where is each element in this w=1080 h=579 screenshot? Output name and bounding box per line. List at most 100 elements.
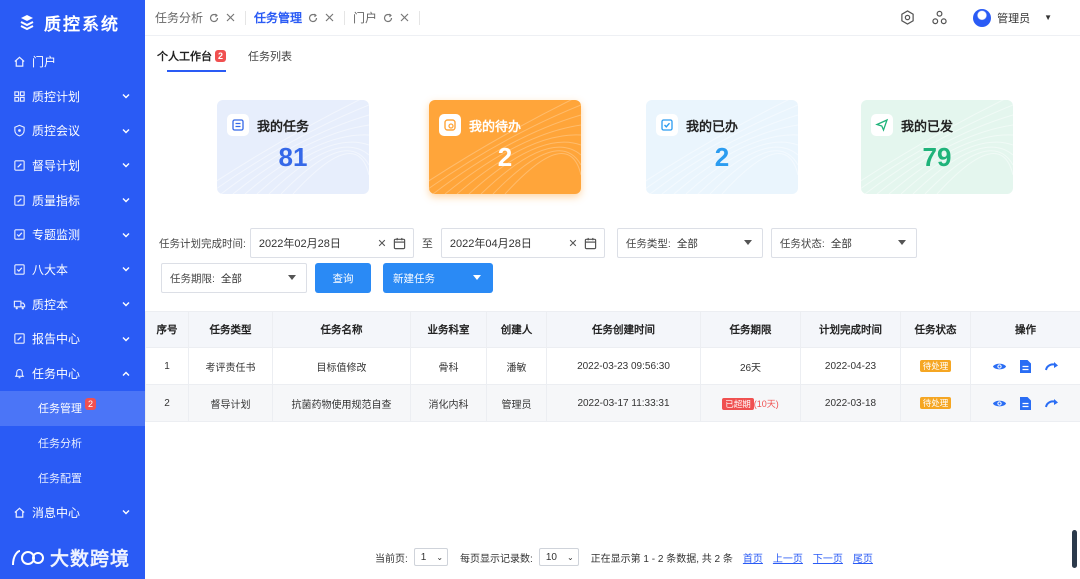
count-badge: 2 — [85, 398, 97, 411]
sidebar-item-1[interactable]: 质控计划 — [0, 79, 145, 114]
sidebar-item-0[interactable]: 门户 — [0, 44, 145, 79]
query-button[interactable]: 查询 — [315, 263, 371, 293]
task-period-select[interactable]: 任务期限: 全部 — [161, 263, 307, 293]
document-icon[interactable] — [1018, 358, 1034, 374]
record-summary: 正在显示第 1 - 2 条数据, 共 2 条 — [590, 553, 733, 565]
sidebar-item-message-center[interactable]: 消息中心 — [0, 495, 145, 530]
summary-card-3[interactable]: 我的已发 79 — [861, 100, 1013, 194]
sidebar-item-3[interactable]: 督导计划 — [0, 148, 145, 183]
watermark-text: 大数跨境 — [50, 549, 131, 570]
sidebar-item-2[interactable]: 质控会议 — [0, 113, 145, 148]
view-eye-icon[interactable] — [992, 358, 1008, 374]
clear-icon[interactable]: ✕ — [375, 236, 389, 250]
edit-icon — [12, 332, 26, 346]
share-icon[interactable] — [931, 10, 947, 26]
cell-status: 待处理 — [900, 347, 971, 385]
subtab-0[interactable]: 个人工作台 2 — [157, 48, 227, 72]
card-value: 2 — [497, 142, 513, 172]
card-value: 81 — [278, 142, 308, 172]
view-eye-icon[interactable] — [992, 395, 1008, 411]
next-page-link[interactable]: 下一页 — [813, 550, 843, 565]
sidebar-subitem-2[interactable]: 任务配置 — [0, 460, 145, 495]
settings-hex-icon[interactable] — [899, 10, 915, 26]
column-header: 创建人 — [486, 311, 547, 348]
task-type-value: 全部 — [676, 237, 698, 250]
cell-status: 待处理 — [900, 384, 971, 422]
tab-label: 门户 — [353, 11, 378, 25]
bell-icon — [12, 367, 26, 381]
subtab-1[interactable]: 任务列表 — [248, 48, 292, 72]
tab-0[interactable]: 任务分析 — [155, 10, 247, 25]
refresh-icon[interactable] — [308, 13, 318, 23]
card-title: 我的已发 — [901, 118, 954, 134]
sidebar-item-6[interactable]: 八大本 — [0, 252, 145, 287]
start-date-input[interactable]: 2022年02月28日 ✕ — [249, 228, 414, 258]
logo-icon — [18, 13, 36, 31]
end-date-input[interactable]: 2022年04月28日 ✕ — [440, 228, 605, 258]
first-page-link[interactable]: 首页 — [743, 550, 763, 565]
task-period-label: 任务期限: — [170, 272, 215, 285]
refresh-icon[interactable] — [383, 13, 393, 23]
cell-type: 督导计划 — [188, 384, 273, 422]
overdue-badge: 已超期 — [722, 397, 754, 410]
sidebar-subitem-0[interactable]: 任务管理 2 — [0, 390, 145, 426]
column-header: 任务期限 — [700, 311, 801, 348]
caret-down-icon — [288, 274, 296, 282]
sidebar-item-9[interactable]: 任务中心 — [0, 356, 145, 391]
user-menu[interactable]: 管理员 ▼ — [973, 8, 1052, 27]
last-page-link[interactable]: 尾页 — [853, 550, 873, 565]
sidebar-item-7[interactable]: 质控本 — [0, 287, 145, 322]
current-page-select[interactable]: 1 ⌄ — [413, 548, 449, 566]
sidebar-subitem-label: 任务分析 — [38, 437, 82, 450]
tab-2[interactable]: 门户 — [353, 10, 421, 25]
table-row[interactable]: 1 考评责任书 目标值修改 骨科 潘敏 2022-03-23 09:56:30 … — [145, 347, 1080, 385]
forward-arrow-icon[interactable] — [1044, 358, 1060, 374]
close-icon[interactable] — [324, 13, 334, 23]
user-name: 管理员 — [997, 12, 1031, 25]
refresh-icon[interactable] — [209, 13, 219, 23]
sidebar-item-4[interactable]: 质量指标 — [0, 183, 145, 218]
watermark: 大数跨境 — [10, 544, 130, 571]
close-icon[interactable] — [225, 13, 235, 23]
sidebar-item-label: 门户 — [32, 54, 57, 69]
task-status-select[interactable]: 任务状态: 全部 — [770, 228, 917, 258]
forward-arrow-icon[interactable] — [1044, 395, 1060, 411]
period-value: 26天 — [739, 362, 762, 374]
clear-icon[interactable]: ✕ — [566, 236, 580, 250]
topbar: 任务分析 任务管理 门户 管理员 ▼ — [145, 0, 1080, 36]
shield-icon — [12, 124, 26, 138]
edit-icon — [12, 193, 26, 207]
chevron-down-icon — [121, 334, 131, 344]
app-logo[interactable]: 质控系统 — [0, 0, 145, 44]
task-status-value: 全部 — [830, 237, 852, 250]
app-title: 质控系统 — [44, 14, 120, 34]
task-type-label: 任务类型: — [625, 237, 671, 250]
summary-card-0[interactable]: 我的任务 81 — [217, 100, 369, 194]
prev-page-link[interactable]: 上一页 — [773, 550, 803, 565]
document-icon[interactable] — [1018, 395, 1034, 411]
sidebar-subitem-label: 任务管理 — [38, 403, 82, 416]
calendar-icon[interactable] — [584, 236, 598, 250]
cell-no: 1 — [145, 347, 189, 385]
sidebar: 质控系统 门户 质控计划 质控会议 督导计划 质量指标 专题监测 八大本 质控本… — [0, 0, 145, 579]
cell-dept: 骨科 — [410, 347, 487, 385]
cell-period: 26天 — [700, 347, 801, 385]
table-row[interactable]: 2 督导计划 抗菌药物使用规范自查 消化内科 管理员 2022-03-17 11… — [145, 384, 1080, 422]
sidebar-item-8[interactable]: 报告中心 — [0, 322, 145, 357]
chevron-down-icon — [121, 299, 131, 309]
sidebar-item-label: 专题监测 — [32, 228, 81, 243]
summary-card-2[interactable]: 我的已办 2 — [646, 100, 798, 194]
sidebar-subitem-1[interactable]: 任务分析 — [0, 426, 145, 461]
cell-ops — [970, 384, 1080, 422]
close-icon[interactable] — [399, 13, 409, 23]
calendar-icon[interactable] — [393, 236, 407, 250]
scrollbar-thumb[interactable] — [1072, 530, 1077, 568]
task-type-select[interactable]: 任务类型: 全部 — [616, 228, 763, 258]
new-task-button[interactable]: 新建任务 — [383, 263, 493, 293]
date-label: 任务计划完成时间: — [159, 237, 246, 250]
page-size-select[interactable]: 10 ⌄ — [538, 548, 579, 566]
tab-1[interactable]: 任务管理 — [254, 10, 346, 25]
summary-card-1[interactable]: 我的待办 2 — [429, 100, 581, 194]
send-icon — [871, 114, 893, 136]
sidebar-item-5[interactable]: 专题监测 — [0, 217, 145, 252]
